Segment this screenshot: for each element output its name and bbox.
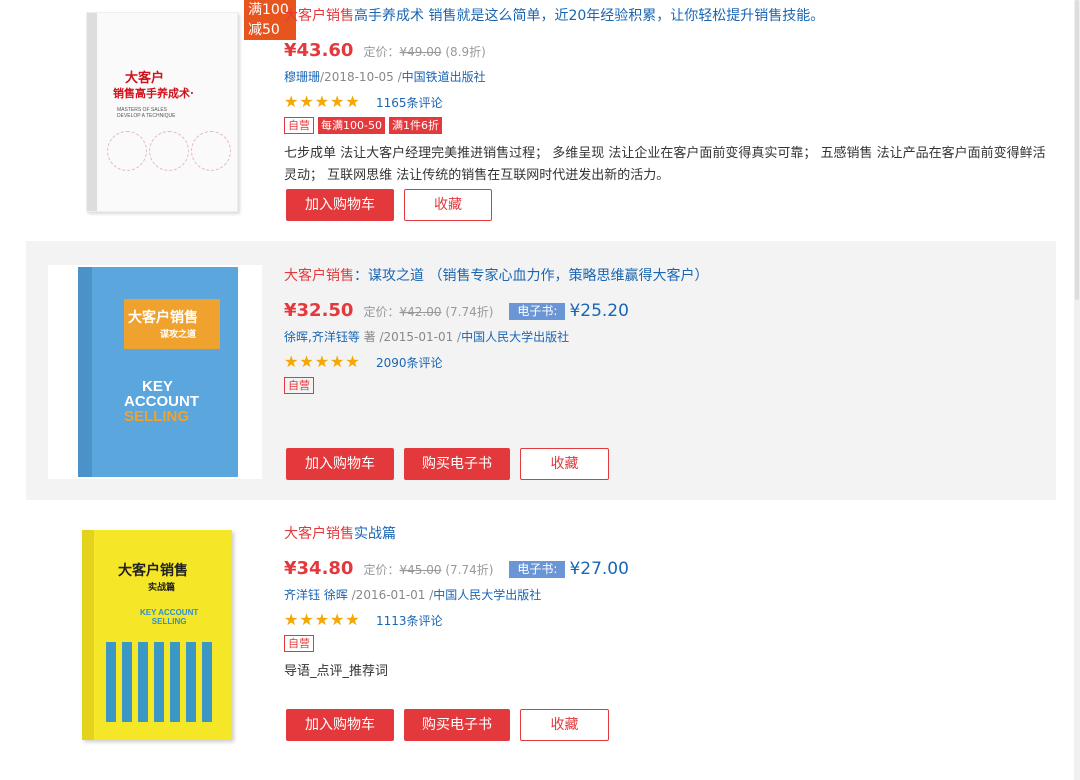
cover-en-3: SELLING: [124, 408, 190, 425]
favorite-button[interactable]: 收藏: [520, 709, 609, 741]
list-price: ¥49.00: [399, 45, 442, 59]
cover-en-2: ACCOUNT: [124, 393, 199, 410]
cover-decoration: [106, 642, 216, 722]
sale-price: ¥43.60: [284, 40, 354, 61]
sale-price: ¥34.80: [284, 558, 354, 579]
book-cover[interactable]: 大客户 销售高手养成术· MASTERS OF SALES DEVELOP A …: [86, 12, 238, 212]
ebook-tag: 电子书:: [509, 303, 566, 320]
promo-tag[interactable]: 每满100-50: [318, 117, 385, 134]
product-title[interactable]: 大客户销售实战篇: [284, 524, 1056, 544]
product-title[interactable]: 大客户销售高手养成术 销售就是这么简单，近20年经验积累，让你轻松提升销售技能。: [284, 6, 1056, 26]
cover-title: 大客户销售: [128, 310, 198, 326]
rating-stars: ★★★★★ ★★★★★: [284, 610, 361, 629]
cover-en-title: KEY ACCOUNT SELLING: [140, 608, 198, 626]
scrollbar[interactable]: [1074, 0, 1080, 780]
rating-stars: ★★★★★ ★★★★★: [284, 92, 361, 111]
cover-title: 大客户: [125, 71, 165, 86]
product-description: 导语_点评_推荐词: [284, 664, 389, 679]
review-count-link[interactable]: 1165条评论: [376, 94, 443, 111]
list-price-label: 定价：: [363, 45, 400, 59]
promo-tag[interactable]: 满1件6折: [388, 117, 442, 134]
product-description: 七步成单 法让大客户经理完美推进销售过程； 多维呈现 法让企业在客户面前变得真实…: [284, 146, 1046, 183]
sale-price: ¥32.50: [284, 300, 354, 321]
self-operated-tag: 自营: [284, 377, 314, 394]
cover-en-title: KEY ACCOUNT SELLING: [124, 379, 199, 424]
publisher-link[interactable]: 中国人民大学出版社: [433, 588, 541, 602]
product-title[interactable]: 大客户销售：谋攻之道 （销售专家心血力作，策略思维赢得大客户）: [284, 266, 1056, 286]
author-link[interactable]: 齐洋钰 徐晖: [284, 588, 348, 602]
cover-title: 大客户销售: [118, 563, 188, 579]
add-to-cart-button[interactable]: 加入购物车: [286, 189, 394, 221]
cover-en-2: SELLING: [151, 617, 187, 626]
rating-stars: ★★★★★ ★★★★★: [284, 352, 361, 371]
list-price: ¥42.00: [399, 305, 442, 319]
title-rest[interactable]: ：谋攻之道 （销售专家心血力作，策略思维赢得大客户）: [354, 268, 708, 284]
self-operated-tag: 自营: [284, 635, 314, 652]
discount: (8.9折): [445, 45, 486, 59]
book-cover[interactable]: 大客户销售 实战篇 KEY ACCOUNT SELLING: [82, 530, 232, 740]
cover-decoration: [107, 131, 147, 171]
add-to-cart-button[interactable]: 加入购物车: [286, 709, 394, 741]
title-rest[interactable]: 实战篇: [354, 526, 396, 542]
product-item: 大客户销售 实战篇 KEY ACCOUNT SELLING 大客户销售实战篇 ¥…: [26, 500, 1056, 780]
list-price: ¥45.00: [399, 563, 442, 577]
cover-title-2: 实战篇: [148, 583, 176, 593]
author-suffix: 著 /2015-01-01 /: [359, 330, 462, 344]
product-item: 大客户销售 谋攻之道 KEY ACCOUNT SELLING 大客户销售：谋攻之…: [26, 241, 1056, 500]
product-item: 大客户 销售高手养成术· MASTERS OF SALES DEVELOP A …: [26, 0, 1056, 236]
buy-ebook-button[interactable]: 购买电子书: [404, 709, 510, 741]
title-keyword[interactable]: 大客户销售: [284, 268, 354, 284]
review-count-link[interactable]: 2090条评论: [376, 354, 443, 371]
ebook-price: ¥25.20: [569, 301, 629, 321]
list-price-label: 定价：: [363, 305, 400, 319]
publisher-link[interactable]: 中国人民大学出版社: [461, 330, 569, 344]
publisher-link[interactable]: 中国铁道出版社: [402, 70, 486, 84]
ebook-tag: 电子书:: [509, 561, 566, 578]
self-operated-tag: 自营: [284, 117, 314, 134]
book-cover[interactable]: 大客户销售 谋攻之道 KEY ACCOUNT SELLING: [48, 265, 262, 479]
favorite-button[interactable]: 收藏: [520, 448, 609, 480]
favorite-button[interactable]: 收藏: [404, 189, 492, 221]
author-link[interactable]: 徐晖,齐洋钰等: [284, 330, 360, 344]
discount: (7.74折): [445, 563, 494, 577]
cover-decoration: [191, 131, 231, 171]
cover-subtitle: MASTERS OF SALES DEVELOP A TECHNIQUE: [117, 107, 176, 119]
publish-date: /2018-10-05 /: [320, 70, 402, 84]
title-keyword[interactable]: 大客户销售: [284, 8, 354, 24]
cover-title-2: 谋攻之道: [160, 330, 197, 340]
discount: (7.74折): [445, 305, 494, 319]
list-price-label: 定价：: [363, 563, 400, 577]
scrollbar-thumb[interactable]: [1075, 0, 1079, 300]
title-keyword[interactable]: 大客户销售: [284, 526, 354, 542]
ebook-price: ¥27.00: [569, 559, 629, 579]
cover-title-2: 销售高手养成术·: [113, 87, 194, 100]
review-count-link[interactable]: 1113条评论: [376, 612, 443, 629]
author-suffix: /2016-01-01 /: [347, 588, 434, 602]
cover-en-1: KEY: [142, 378, 173, 395]
add-to-cart-button[interactable]: 加入购物车: [286, 448, 394, 480]
cover-decoration: [149, 131, 189, 171]
buy-ebook-button[interactable]: 购买电子书: [404, 448, 510, 480]
author-link[interactable]: 穆珊珊: [284, 70, 320, 84]
title-rest[interactable]: 高手养成术 销售就是这么简单，近20年经验积累，让你轻松提升销售技能。: [354, 8, 824, 24]
cover-en-1: KEY ACCOUNT: [140, 608, 199, 617]
